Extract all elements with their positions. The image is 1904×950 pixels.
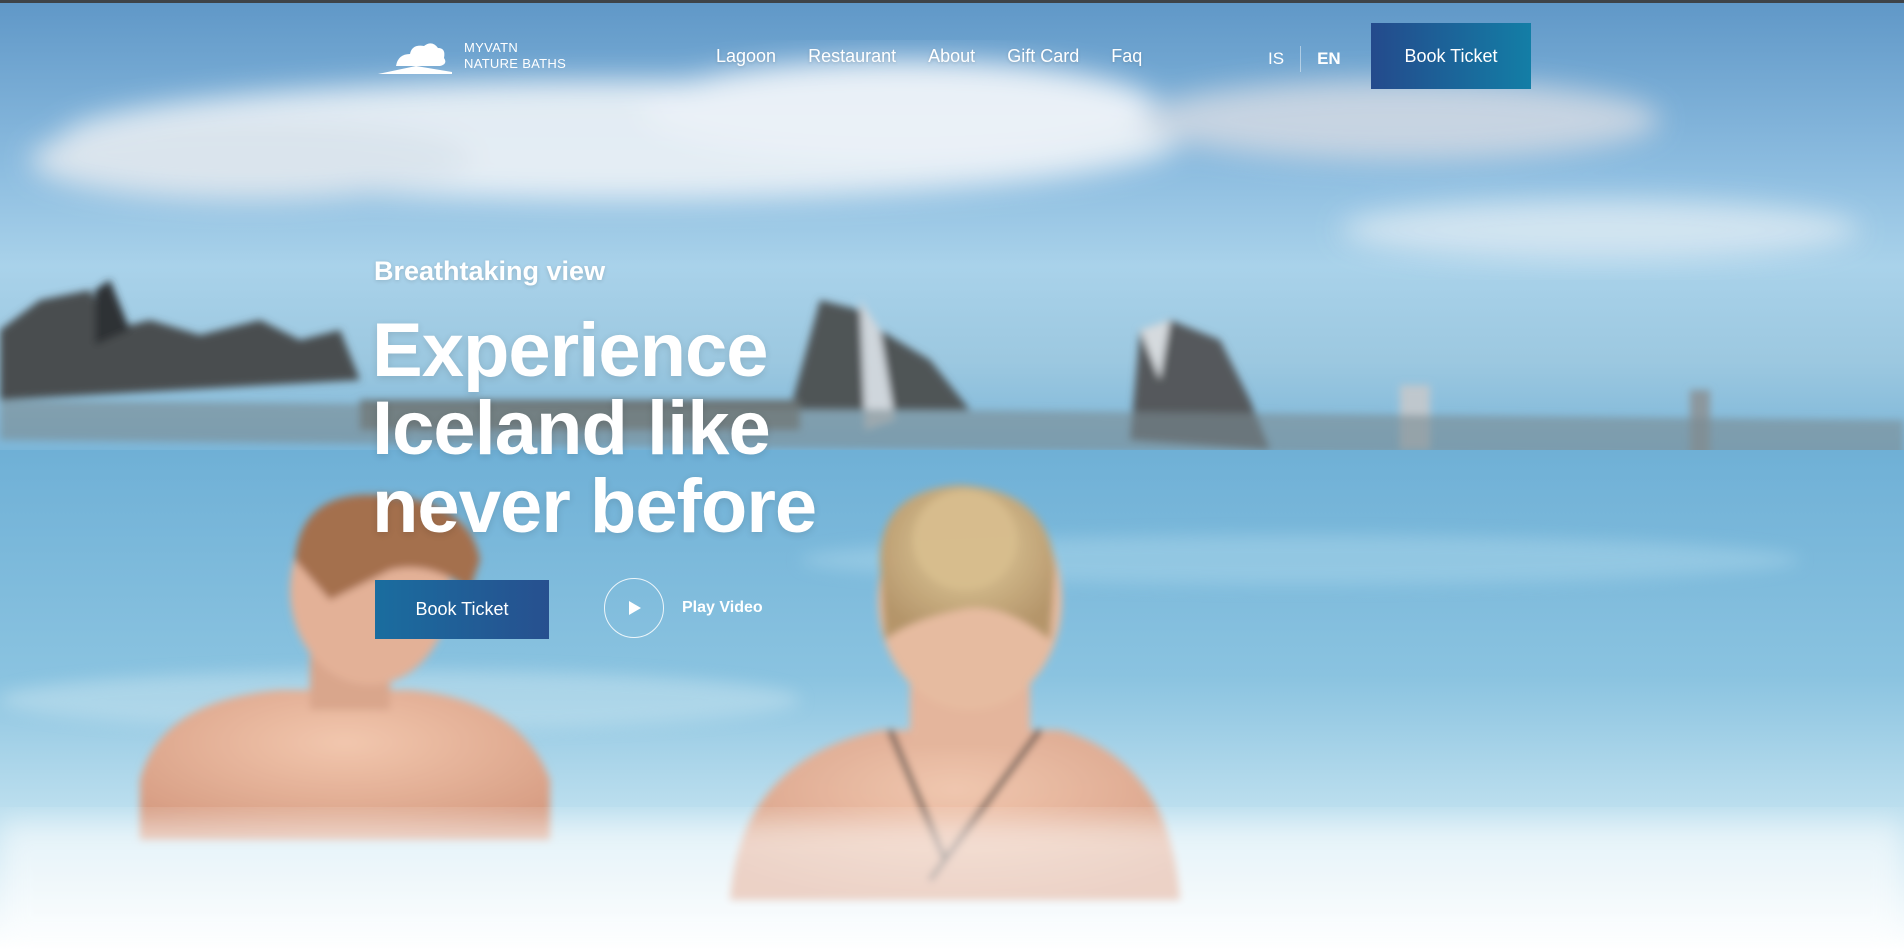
main-nav: Lagoon Restaurant About Gift Card Faq (716, 46, 1174, 67)
language-option-en[interactable]: EN (1317, 49, 1341, 69)
nav-link-about[interactable]: About (928, 46, 975, 67)
nav-link-gift-card[interactable]: Gift Card (1007, 46, 1079, 67)
hero-headline-line: Experience (372, 308, 769, 393)
logo[interactable]: MYVATN NATURE BATHS (376, 36, 566, 76)
hero-headline: Experience Iceland like never before (372, 312, 892, 546)
navbar: MYVATN NATURE BATHS Lagoon Restaurant Ab… (0, 0, 1904, 110)
play-icon (629, 601, 641, 615)
logo-line-2: NATURE BATHS (464, 56, 567, 71)
play-circle[interactable] (604, 578, 664, 638)
language-option-is[interactable]: IS (1268, 49, 1284, 69)
nav-link-faq[interactable]: Faq (1111, 46, 1142, 67)
logo-line-1: MYVATN (464, 40, 519, 55)
language-divider (1300, 46, 1302, 72)
logo-text: MYVATN NATURE BATHS (464, 40, 566, 72)
nav-link-lagoon[interactable]: Lagoon (716, 46, 776, 67)
hero-section: MYVATN NATURE BATHS Lagoon Restaurant Ab… (0, 0, 1904, 950)
language-switcher: IS EN (1268, 46, 1341, 72)
hero-headline-line: never before (372, 464, 817, 549)
nav-link-restaurant[interactable]: Restaurant (808, 46, 896, 67)
hero-headline-line: Iceland like (372, 386, 771, 471)
hero-eyebrow: Breathtaking view (374, 256, 606, 286)
play-video-button[interactable]: Play Video (604, 578, 763, 638)
logo-icon (378, 43, 452, 74)
play-video-label[interactable]: Play Video (682, 599, 763, 617)
background-photo (0, 60, 1904, 950)
hero-book-ticket-button[interactable]: Book Ticket (375, 580, 549, 639)
header-book-ticket-button[interactable]: Book Ticket (1371, 23, 1531, 89)
